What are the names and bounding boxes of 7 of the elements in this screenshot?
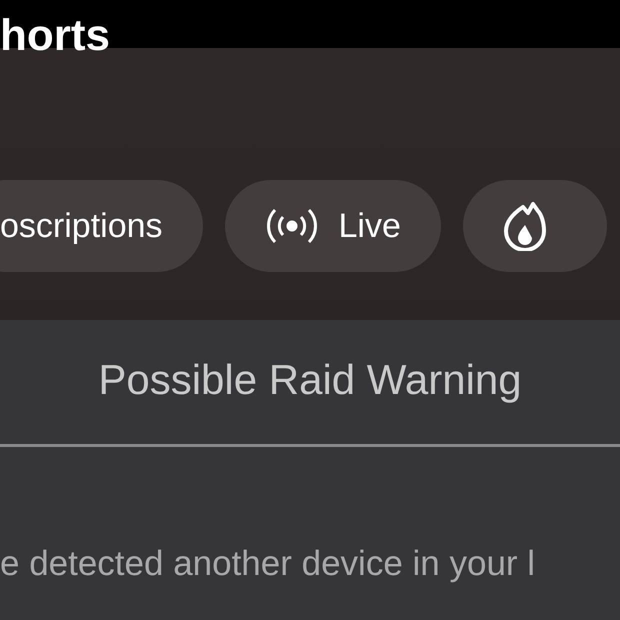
dialog-title: Possible Raid Warning xyxy=(97,355,523,405)
broadcast-icon xyxy=(264,206,319,246)
filter-chip[interactable]: oscriptions xyxy=(0,180,203,272)
flame-icon xyxy=(502,201,547,251)
warning-text: e detected another device in your l xyxy=(0,543,536,585)
page-title: horts xyxy=(0,14,110,58)
filter-chip[interactable]: Live xyxy=(224,180,441,272)
